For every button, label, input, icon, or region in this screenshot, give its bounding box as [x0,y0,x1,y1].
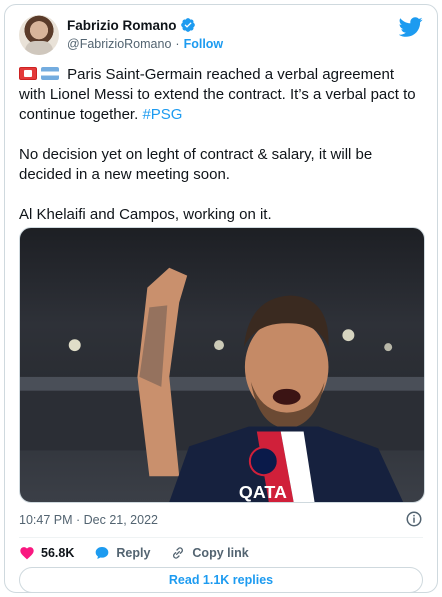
author-handle[interactable]: @FabrizioRomano [67,37,171,51]
author-name-row: Fabrizio Romano [67,17,196,33]
link-icon [173,547,184,559]
divider [19,537,423,538]
tweet-actions: 56.8K Reply Copy link [19,543,249,563]
flag-monaco-icon [19,67,37,80]
reply-label: Reply [116,546,151,560]
follow-link[interactable]: Follow [184,37,224,51]
read-replies-button[interactable]: Read 1.1K replies [19,567,423,592]
heart-icon [20,547,34,560]
like-count: 56.8K [41,546,75,560]
separator-dot: · [175,37,180,51]
info-icon[interactable] [405,510,423,528]
avatar[interactable] [19,15,59,55]
tweet-photo[interactable]: QATA [19,227,425,503]
copy-link-button[interactable]: Copy link [170,545,249,561]
reply-button[interactable]: Reply [94,545,150,561]
flag-argentina-icon [41,67,59,80]
tweet-header: Fabrizio Romano @FabrizioRomano · Follow [19,15,423,59]
tweet-embed-card: Fabrizio Romano @FabrizioRomano · Follow… [4,4,438,593]
svg-text:QATA: QATA [239,482,287,502]
author-name[interactable]: Fabrizio Romano [67,18,177,33]
twitter-bird-icon[interactable] [399,15,423,39]
tweet-paragraph-1: Paris Saint-Germain reached a verbal agr… [19,65,419,125]
like-button[interactable]: 56.8K [19,545,74,561]
photo-illustration: QATA [20,267,424,502]
tweet-text: Paris Saint-Germain reached a verbal agr… [19,65,419,245]
tweet-timestamp[interactable]: 10:47 PM · Dec 21, 2022 [19,513,158,527]
hashtag-link[interactable]: #PSG [142,106,182,123]
tweet-paragraph-2: No decision yet on leght of contract & s… [19,146,373,183]
author-handle-row: @FabrizioRomano · Follow [67,37,223,51]
copy-link-label: Copy link [192,546,249,560]
tweet-paragraph-3: Al Khelaifi and Campos, working on it. [19,206,272,223]
verified-badge-icon [180,18,195,32]
paragraph-1-text: Paris Saint-Germain reached a verbal agr… [19,66,416,123]
reply-bubble-icon [96,547,109,559]
